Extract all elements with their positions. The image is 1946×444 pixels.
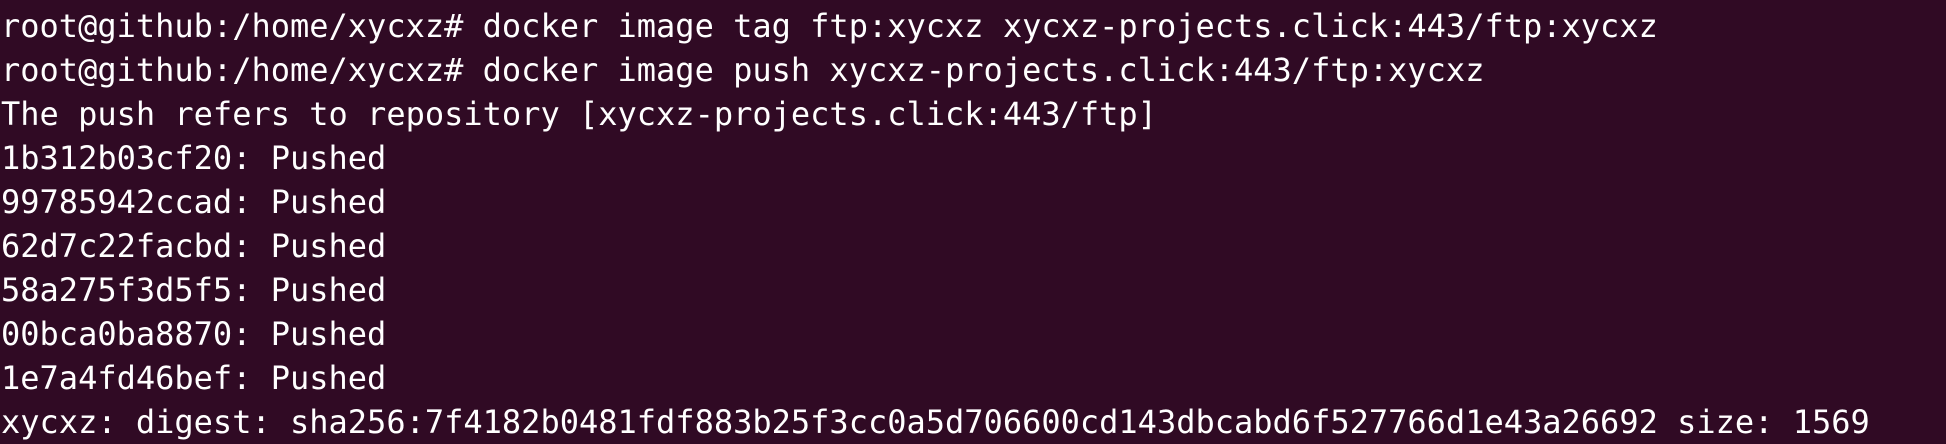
terminal-line-command-push: root@github:/home/xycxz# docker image pu… — [1, 51, 1485, 89]
terminal-line-layer: 58a275f3d5f5: Pushed — [1, 271, 387, 309]
terminal-line-layer: 99785942ccad: Pushed — [1, 183, 387, 221]
terminal-line-layer: 1b312b03cf20: Pushed — [1, 139, 387, 177]
terminal-line-layer: 1e7a4fd46bef: Pushed — [1, 359, 387, 397]
terminal-line-command-tag: root@github:/home/xycxz# docker image ta… — [1, 7, 1658, 45]
terminal-line-push-repository: The push refers to repository [xycxz-pro… — [1, 95, 1157, 133]
terminal-line-layer: 00bca0ba8870: Pushed — [1, 315, 387, 353]
terminal-line-digest: xycxz: digest: sha256:7f4182b0481fdf883b… — [1, 403, 1870, 441]
terminal-line-layer: 62d7c22facbd: Pushed — [1, 227, 387, 265]
terminal-output[interactable]: root@github:/home/xycxz# docker image ta… — [0, 4, 1946, 444]
